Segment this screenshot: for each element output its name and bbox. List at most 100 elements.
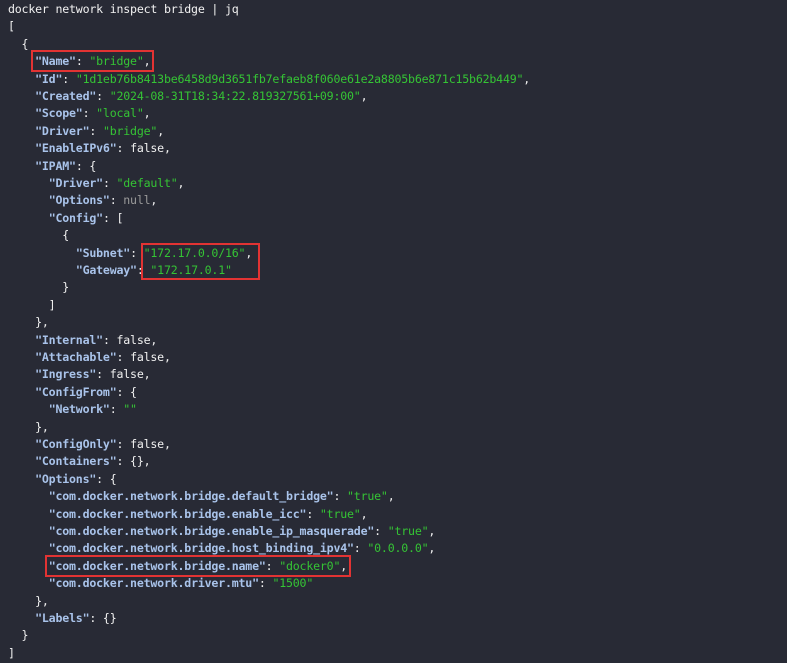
- output-line: "com.docker.network.bridge.default_bridg…: [8, 488, 395, 505]
- json-punctuation: ,: [150, 193, 158, 208]
- json-string: "docker0": [279, 558, 341, 573]
- json-punctuation: [8, 159, 35, 173]
- json-string: "2024-08-31T18:34:22.819327561+09:00": [109, 89, 361, 103]
- json-key: "Created": [35, 89, 97, 103]
- json-key: "Labels": [35, 611, 90, 625]
- json-punctuation: : {: [96, 471, 117, 486]
- output-line: "Containers": {},: [8, 453, 150, 470]
- json-punctuation: [8, 106, 35, 120]
- json-string: "172.17.0.1": [150, 263, 232, 277]
- json-key: "com.docker.network.bridge.enable_icc": [48, 506, 307, 521]
- json-punctuation: ]: [8, 297, 56, 312]
- json-boolean: false: [116, 332, 151, 347]
- terminal-output[interactable]: docker network inspect bridge | jq [ { "…: [0, 0, 787, 663]
- json-boolean: false: [130, 141, 164, 156]
- json-punctuation: :: [109, 193, 124, 208]
- json-string: "0.0.0.0": [367, 541, 429, 556]
- json-punctuation: [8, 402, 49, 416]
- json-punctuation: :: [89, 123, 103, 138]
- output-line: "Attachable": false,: [8, 349, 171, 366]
- json-key: "com.docker.network.bridge.host_binding_…: [48, 541, 354, 556]
- json-key: "Driver": [48, 176, 103, 190]
- json-string: "bridge": [102, 123, 158, 138]
- json-string: "bridge": [89, 54, 144, 69]
- json-punctuation: [8, 524, 49, 538]
- json-punctuation: ,: [428, 524, 436, 538]
- json-key: "Options": [35, 471, 97, 486]
- json-punctuation: [: [8, 19, 15, 34]
- json-punctuation: :: [75, 54, 90, 69]
- json-punctuation: [8, 72, 35, 86]
- json-punctuation: [8, 385, 35, 399]
- json-punctuation: ,: [163, 141, 171, 156]
- output-line: "Internal": false,: [8, 332, 157, 349]
- output-line: "Config": [: [8, 210, 124, 227]
- json-punctuation: ,: [340, 558, 348, 573]
- output-line: },: [8, 314, 49, 331]
- json-string: "1d1eb76b8413be6458d9d3651fb7efaeb8f060e…: [75, 71, 524, 86]
- output-line: "com.docker.network.bridge.enable_ip_mas…: [8, 523, 436, 540]
- highlight-box: "172.17.0.1": [150, 263, 232, 277]
- json-punctuation: [8, 141, 35, 155]
- json-punctuation: :: [62, 71, 76, 86]
- json-punctuation: [8, 437, 35, 451]
- highlight-box: "172.17.0.0/16",: [144, 246, 253, 260]
- highlight-box: "Name": "bridge",: [31, 50, 155, 73]
- output-line: "IPAM": {: [8, 158, 96, 175]
- json-string: "true": [319, 506, 361, 521]
- output-line: "EnableIPv6": false,: [8, 140, 171, 157]
- json-punctuation: [8, 559, 49, 573]
- json-punctuation: :: [96, 367, 110, 382]
- output-line: "Ingress": false,: [8, 366, 150, 383]
- json-key: "Scope": [35, 106, 83, 121]
- json-punctuation: :: [265, 558, 280, 573]
- json-punctuation: [8, 472, 35, 486]
- json-key: "ConfigOnly": [35, 437, 117, 451]
- json-punctuation: [8, 263, 76, 277]
- json-punctuation: :: [116, 350, 131, 364]
- output-line: },: [8, 593, 49, 610]
- json-punctuation: :: [333, 489, 348, 504]
- output-line: ]: [8, 645, 15, 662]
- command-line: docker network inspect bridge | jq: [8, 2, 239, 16]
- output-line: "Driver": "bridge",: [8, 123, 164, 140]
- json-punctuation: [8, 89, 35, 103]
- json-key: "Driver": [35, 123, 90, 138]
- json-punctuation: {: [8, 36, 29, 51]
- json-punctuation: }: [8, 280, 70, 295]
- json-punctuation: [8, 367, 35, 381]
- output-line: "Gateway": "172.17.0.1": [8, 262, 232, 279]
- json-string: "default": [116, 176, 178, 190]
- json-key: "com.docker.network.driver.mtu": [48, 576, 259, 591]
- output-line: "Created": "2024-08-31T18:34:22.81932756…: [8, 88, 367, 105]
- json-punctuation: [8, 333, 35, 347]
- json-punctuation: [8, 176, 49, 190]
- json-punctuation: [8, 611, 35, 625]
- json-punctuation: :: [136, 263, 151, 277]
- output-line: }: [8, 279, 69, 296]
- json-key: "Internal": [35, 332, 103, 347]
- json-boolean: false: [130, 437, 164, 451]
- output-line: }: [8, 627, 29, 644]
- json-punctuation: :: [102, 176, 117, 190]
- output-line: ]: [8, 297, 56, 314]
- json-string: "local": [96, 106, 144, 121]
- json-key: "Config": [48, 210, 103, 225]
- json-key: "IPAM": [35, 158, 76, 173]
- json-punctuation: :: [306, 506, 320, 521]
- json-punctuation: [8, 350, 35, 364]
- json-punctuation: : [: [102, 210, 124, 225]
- json-punctuation: :: [258, 576, 273, 591]
- json-key: "Gateway": [75, 263, 137, 277]
- json-punctuation: ,: [163, 350, 171, 364]
- json-punctuation: :: [116, 141, 131, 156]
- output-line: [: [8, 18, 15, 35]
- json-string: "true": [347, 489, 388, 504]
- json-punctuation: :: [96, 89, 110, 103]
- json-punctuation: :: [82, 106, 97, 121]
- output-line: "com.docker.network.bridge.host_binding_…: [8, 540, 436, 557]
- json-key: "com.docker.network.bridge.enable_ip_mas…: [48, 524, 375, 538]
- output-line: "com.docker.network.bridge.name": "docke…: [8, 554, 352, 577]
- output-line: "Network": "": [8, 401, 137, 418]
- output-line: "Subnet": "172.17.0.0/16",: [8, 245, 252, 262]
